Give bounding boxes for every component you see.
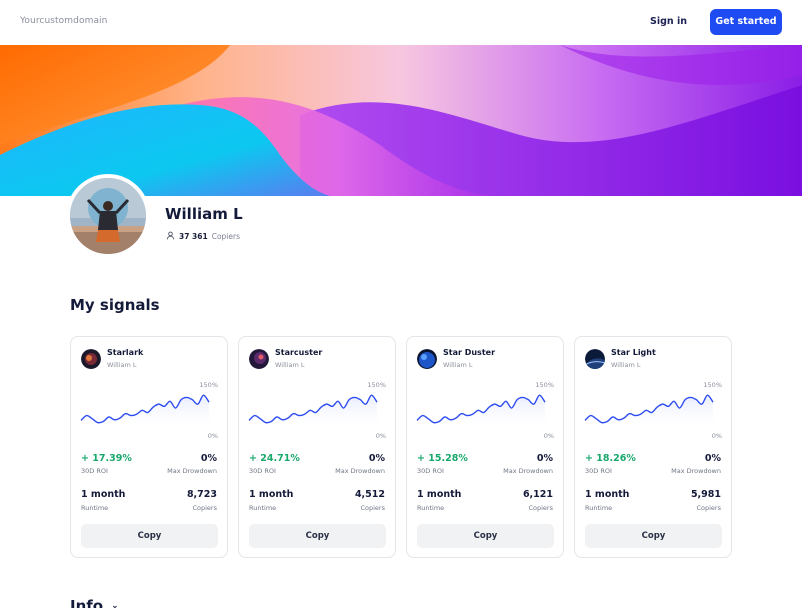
drawdown-value: 0% [200,453,217,464]
signal-copiers-value: 4,512 [354,489,385,500]
sign-in-link[interactable]: Sign in [650,16,687,27]
signal-card[interactable]: Starcuster William L 150% 0% + 24.71% 30D… [238,336,396,558]
chart-tick-label-bottom: 0% [544,432,554,440]
copiers-count: 37 361 [179,232,208,241]
copy-button[interactable]: Copy [249,524,386,548]
signal-copiers-value: 8,723 [186,489,217,500]
signal-name: Starlark [107,348,144,357]
drawdown-value: 0% [368,453,385,464]
copy-button[interactable]: Copy [81,524,218,548]
performance-chart: 150% 0% [584,381,722,440]
chart-area-fill [81,395,209,431]
chart-tick-label-bottom: 0% [712,432,722,440]
performance-chart: 150% 0% [80,381,218,440]
signal-copiers-value: 6,121 [522,489,553,500]
roi-label: 30D ROI [585,467,612,475]
runtime-value: 1 month [585,489,630,500]
chart-tick-label-top: 150% [367,381,386,389]
drawdown-label: Max Drowdown [167,467,217,475]
copy-button[interactable]: Copy [417,524,554,548]
chevron-down-icon: ⌄ [111,601,119,608]
signal-card[interactable]: Star Light William L 150% 0% + 18.26% 30D… [574,336,732,558]
profile-banner [0,45,802,196]
roi-value: + 18.26% [585,453,636,464]
avatar[interactable] [70,178,146,254]
runtime-label: Runtime [81,504,109,512]
top-navigation-bar: Yourcustomdomain Sign in Get started [0,0,802,45]
brand-name[interactable]: Yourcustomdomain [20,16,107,26]
signal-author: William L [443,361,473,369]
drawdown-label: Max Drowdown [671,467,721,475]
chart-area-fill [585,395,713,431]
chart-area-fill [249,395,377,431]
info-heading: Info [70,597,104,608]
roi-label: 30D ROI [81,467,108,475]
signal-name: Star Light [611,348,656,357]
runtime-label: Runtime [417,504,445,512]
runtime-label: Runtime [249,504,277,512]
avatar-photo [70,178,146,254]
signal-copiers-label: Copiers [360,504,385,512]
signal-author: William L [275,361,305,369]
signal-copiers-label: Copiers [528,504,553,512]
galaxy-icon [81,349,101,369]
signal-copiers-label: Copiers [192,504,217,512]
chart-tick-label-bottom: 0% [208,432,218,440]
runtime-value: 1 month [81,489,126,500]
chart-tick-label-top: 150% [535,381,554,389]
planet-icon [417,349,437,369]
performance-chart: 150% 0% [248,381,386,440]
banner-gradient-art [0,45,802,196]
signal-name: Starcuster [275,348,323,357]
profile-copiers: 37 361 Copiers [166,231,240,242]
copy-button[interactable]: Copy [585,524,722,548]
chart-tick-label-top: 150% [703,381,722,389]
roi-value: + 15.28% [417,453,468,464]
signal-card[interactable]: Star Duster William L 150% 0% + 15.28% 30… [406,336,564,558]
copiers-label: Copiers [211,232,240,241]
galaxy-icon [249,349,269,369]
signal-copiers-label: Copiers [696,504,721,512]
info-section-toggle[interactable]: Info ⌄ [70,597,119,608]
user-icon [166,231,175,242]
runtime-label: Runtime [585,504,613,512]
signal-author: William L [611,361,641,369]
my-signals-heading: My signals [70,296,160,314]
drawdown-value: 0% [704,453,721,464]
chart-tick-label-bottom: 0% [376,432,386,440]
signal-name: Star Duster [443,348,496,357]
avatar-frame [66,174,150,258]
roi-value: + 17.39% [81,453,132,464]
profile-name: William L [165,205,243,223]
roi-label: 30D ROI [417,467,444,475]
drawdown-label: Max Drowdown [335,467,385,475]
chart-tick-label-top: 150% [199,381,218,389]
signal-copiers-value: 5,981 [690,489,721,500]
runtime-value: 1 month [249,489,294,500]
performance-chart: 150% 0% [416,381,554,440]
drawdown-value: 0% [536,453,553,464]
signal-author: William L [107,361,137,369]
signal-card[interactable]: Starlark William L 150% 0% + 17.39% 30D R… [70,336,228,558]
get-started-button[interactable]: Get started [710,9,782,35]
runtime-value: 1 month [417,489,462,500]
roi-label: 30D ROI [249,467,276,475]
roi-value: + 24.71% [249,453,300,464]
planet-icon [585,349,605,369]
drawdown-label: Max Drowdown [503,467,553,475]
chart-area-fill [417,395,545,431]
